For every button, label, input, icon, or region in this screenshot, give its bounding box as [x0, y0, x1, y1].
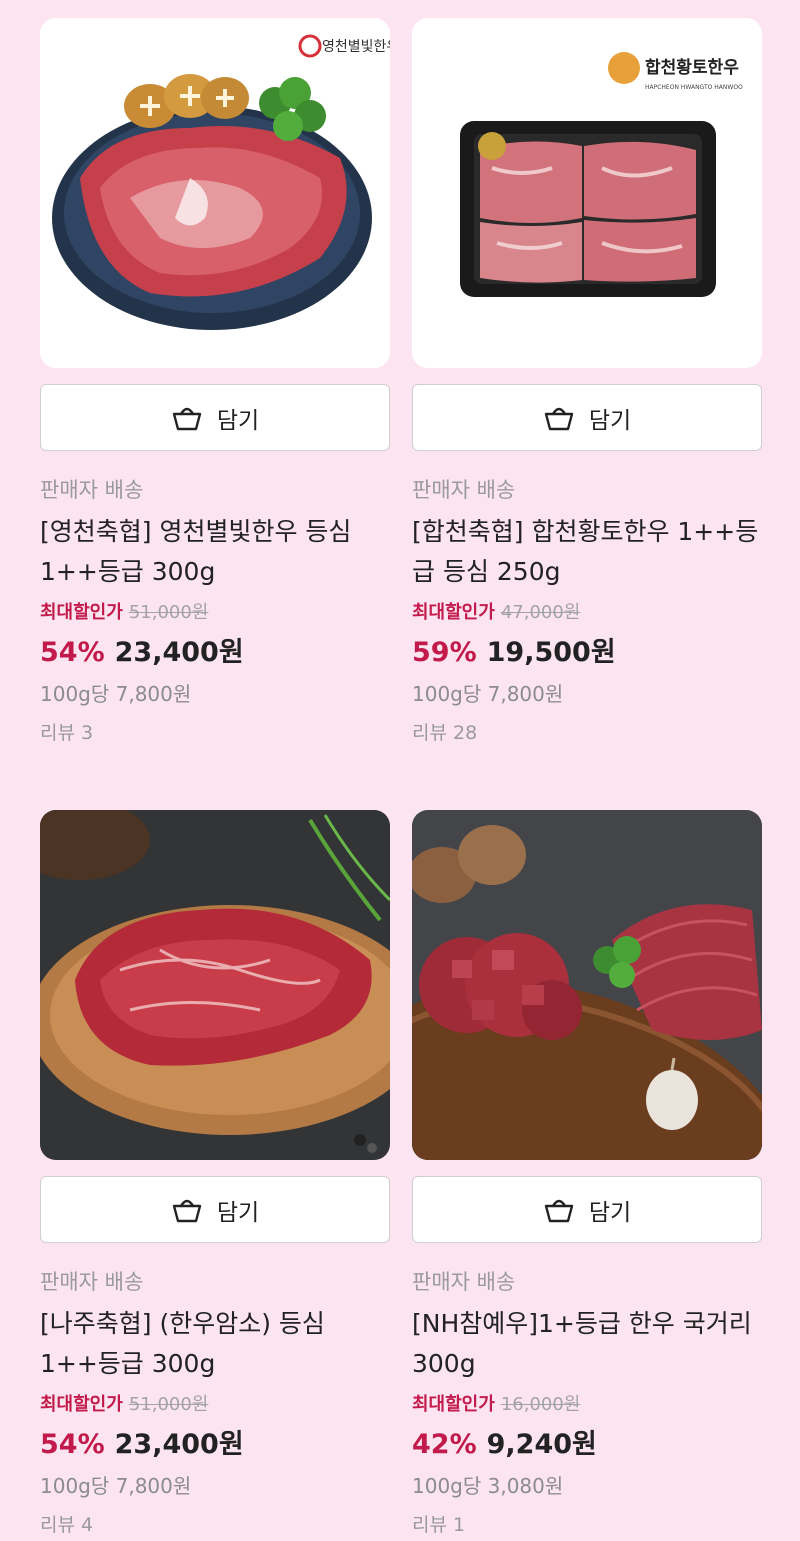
shopping-basket-icon — [171, 404, 203, 432]
sale-price: 9,240원 — [486, 1429, 597, 1460]
product-image[interactable] — [40, 810, 390, 1160]
original-price: 51,000원 — [128, 1394, 209, 1415]
shopping-basket-icon — [543, 1196, 575, 1224]
discount-row: 최대할인가 51,000원 — [40, 1390, 208, 1416]
cart-button-label: 담기 — [216, 1199, 260, 1226]
max-discount-label: 최대할인가 — [412, 602, 495, 623]
svg-text:합천황토한우: 합천황토한우 — [645, 57, 739, 78]
add-to-cart-button[interactable]: 담기 — [40, 1176, 390, 1243]
add-to-cart-button[interactable]: 담기 — [412, 384, 762, 451]
price-row: 54% 23,400원 — [40, 630, 244, 669]
discount-percent: 59% — [412, 637, 477, 668]
discount-percent: 54% — [40, 1429, 105, 1460]
product-title[interactable]: [합천축협] 합천황토한우 1++등급 등심 250g — [412, 512, 762, 592]
svg-text:영천별빛한우: 영천별빛한우 — [322, 39, 390, 55]
original-price: 16,000원 — [500, 1394, 581, 1415]
cart-button-label: 담기 — [216, 407, 260, 434]
product-title[interactable]: [NH참예우]1+등급 한우 국거리 300g — [412, 1304, 762, 1384]
sale-price: 23,400원 — [114, 637, 244, 668]
unit-price: 100g당 3,080원 — [412, 1474, 564, 1498]
cubed-beef-board-image — [412, 810, 762, 1160]
max-discount-label: 최대할인가 — [412, 1394, 495, 1415]
shopping-basket-icon — [543, 404, 575, 432]
seller-delivery-label: 판매자 배송 — [40, 478, 144, 502]
discount-row: 최대할인가 47,000원 — [412, 598, 580, 624]
max-discount-label: 최대할인가 — [40, 602, 123, 623]
review-count[interactable]: 리뷰 1 — [412, 1510, 465, 1537]
discount-row: 최대할인가 51,000원 — [40, 598, 208, 624]
packaged-beef-image: 합천황토한우 HAPCHEON HWANGTO HANWOO — [412, 18, 762, 368]
seller-delivery-label: 판매자 배송 — [40, 1270, 144, 1294]
seller-delivery-label: 판매자 배송 — [412, 478, 516, 502]
product-card[interactable]: 영천별빛한우 담기 판매자 배송 [영천축협] 영천별빛한우 등심 1++등급 … — [40, 18, 390, 770]
add-to-cart-button[interactable]: 담기 — [412, 1176, 762, 1243]
original-price: 51,000원 — [128, 602, 209, 623]
seller-delivery-label: 판매자 배송 — [412, 1270, 516, 1294]
review-count[interactable]: 리뷰 4 — [40, 1510, 93, 1537]
steak-wood-plate-image — [40, 810, 390, 1160]
sale-price: 19,500원 — [486, 637, 616, 668]
price-row: 59% 19,500원 — [412, 630, 616, 669]
price-row: 54% 23,400원 — [40, 1422, 244, 1461]
discount-row: 최대할인가 16,000원 — [412, 1390, 580, 1416]
ribeye-plate-image: 영천별빛한우 — [40, 18, 390, 368]
svg-text:HAPCHEON HWANGTO HANWOO: HAPCHEON HWANGTO HANWOO — [645, 84, 743, 91]
unit-price: 100g당 7,800원 — [40, 1474, 192, 1498]
product-card[interactable]: 담기 판매자 배송 [나주축협] (한우암소) 등심 1++등급 300g 최대… — [40, 810, 390, 1541]
review-count[interactable]: 리뷰 28 — [412, 718, 477, 745]
product-title[interactable]: [영천축협] 영천별빛한우 등심 1++등급 300g — [40, 512, 390, 592]
product-image[interactable]: 합천황토한우 HAPCHEON HWANGTO HANWOO — [412, 18, 762, 368]
product-grid: 영천별빛한우 담기 판매자 배송 [영천축협] 영천별빛한우 등심 1++등급 … — [40, 18, 762, 1541]
shopping-basket-icon — [171, 1196, 203, 1224]
product-card[interactable]: 담기 판매자 배송 [NH참예우]1+등급 한우 국거리 300g 최대할인가 … — [412, 810, 762, 1541]
original-price: 47,000원 — [500, 602, 581, 623]
unit-price: 100g당 7,800원 — [40, 682, 192, 706]
product-image[interactable] — [412, 810, 762, 1160]
discount-percent: 54% — [40, 637, 105, 668]
cart-button-label: 담기 — [588, 1199, 632, 1226]
product-image[interactable]: 영천별빛한우 — [40, 18, 390, 368]
product-title[interactable]: [나주축협] (한우암소) 등심 1++등급 300g — [40, 1304, 390, 1384]
add-to-cart-button[interactable]: 담기 — [40, 384, 390, 451]
product-card[interactable]: 합천황토한우 HAPCHEON HWANGTO HANWOO 담기 판매자 배송… — [412, 18, 762, 770]
discount-percent: 42% — [412, 1429, 477, 1460]
unit-price: 100g당 7,800원 — [412, 682, 564, 706]
sale-price: 23,400원 — [114, 1429, 244, 1460]
review-count[interactable]: 리뷰 3 — [40, 718, 93, 745]
price-row: 42% 9,240원 — [412, 1422, 597, 1461]
cart-button-label: 담기 — [588, 407, 632, 434]
max-discount-label: 최대할인가 — [40, 1394, 123, 1415]
